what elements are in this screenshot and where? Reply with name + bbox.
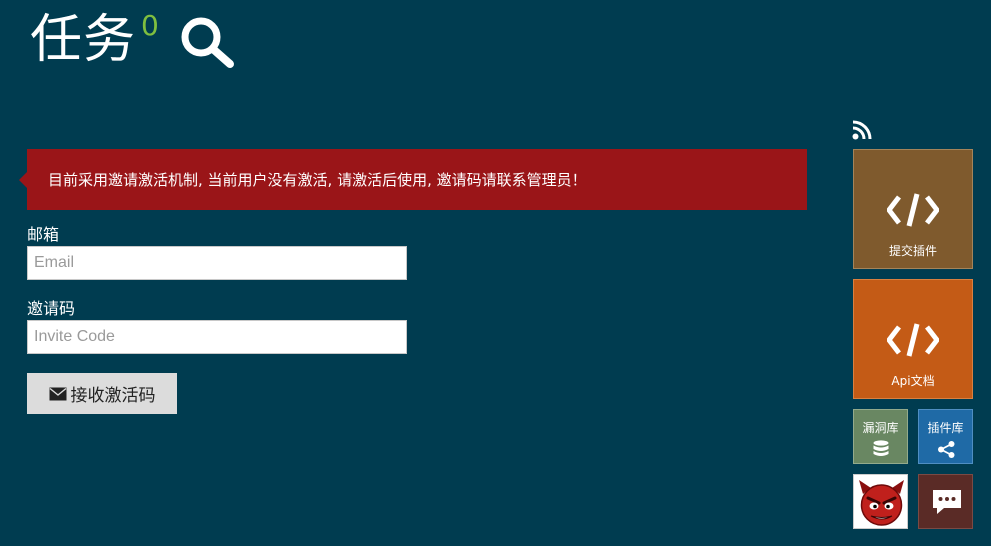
page-title: 任务 (30, 10, 137, 70)
invite-code-label: 邀请码 (27, 299, 76, 318)
rss-icon[interactable] (852, 120, 873, 140)
alert-pointer (19, 172, 27, 188)
api-docs-tile[interactable]: Api文档 (853, 279, 973, 399)
page: 任务 0 目前采用邀请激活机制, 当前用户没有激活, 请激活后使用, 邀请码请联… (0, 0, 991, 546)
share-icon (938, 441, 955, 458)
database-icon (873, 440, 889, 456)
devil-avatar-icon (859, 480, 904, 526)
activation-alert: 目前采用邀请激活机制, 当前用户没有激活, 请激活后使用, 邀请码请联系管理员！ (19, 149, 807, 210)
alert-message: 目前采用邀请激活机制, 当前用户没有激活, 请激活后使用, 邀请码请联系管理员！ (48, 171, 587, 189)
plugin-library-tile[interactable]: 插件库 (918, 409, 973, 464)
code-icon (887, 193, 939, 227)
task-count-badge: 0 (141, 9, 159, 42)
chat-icon (933, 490, 961, 514)
submit-button-label: 接收激活码 (70, 386, 156, 406)
email-field[interactable] (27, 246, 407, 280)
invite-code-field[interactable] (27, 320, 407, 354)
envelope-icon (49, 387, 66, 400)
receive-activation-code-button[interactable]: 接收激活码 (27, 373, 177, 414)
chat-tile[interactable] (918, 474, 973, 529)
vulnerability-db-label: 漏洞库 (862, 421, 899, 435)
submit-plugin-tile[interactable]: 提交插件 (853, 149, 973, 269)
search-icon[interactable] (178, 14, 236, 70)
api-docs-label: Api文档 (891, 374, 935, 388)
email-label: 邮箱 (27, 225, 60, 244)
user-avatar-tile[interactable] (853, 474, 908, 529)
plugin-library-label: 插件库 (927, 421, 964, 435)
code-icon (887, 323, 939, 357)
vulnerability-db-tile[interactable]: 漏洞库 (853, 409, 908, 464)
submit-plugin-label: 提交插件 (888, 244, 937, 258)
